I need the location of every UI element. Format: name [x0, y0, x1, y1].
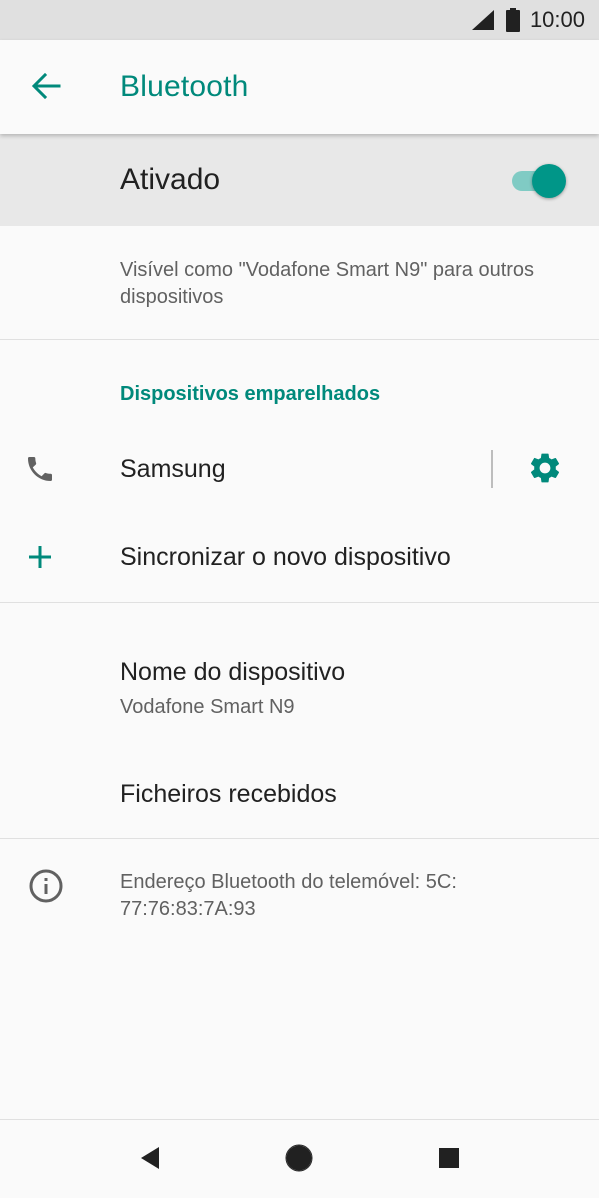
signal-icon — [470, 9, 496, 31]
gear-icon — [527, 450, 563, 491]
device-name-value: Vodafone Smart N9 — [120, 696, 295, 718]
toggle-thumb — [532, 164, 566, 198]
received-files-label: Ficheiros recebidos — [120, 780, 337, 808]
navigation-bar — [0, 1119, 599, 1198]
page-title: Bluetooth — [120, 70, 249, 103]
master-switch-label: Ativado — [120, 163, 221, 196]
device-name-label: Nome do dispositivo — [120, 658, 346, 686]
divider — [0, 339, 599, 340]
home-circle-icon — [285, 1144, 313, 1177]
paired-devices-header: Dispositivos emparelhados — [120, 383, 381, 405]
phone-icon — [20, 449, 60, 489]
app-bar: Bluetooth — [0, 40, 599, 134]
paired-device-samsung[interactable]: Samsung — [0, 430, 599, 508]
device-name-row[interactable]: Nome do dispositivo Vodafone Smart N9 — [0, 640, 599, 730]
status-time: 10:00 — [529, 7, 585, 32]
vertical-divider — [491, 450, 493, 488]
divider — [0, 838, 599, 839]
pair-new-device-label: Sincronizar o novo dispositivo — [120, 543, 451, 571]
visibility-text: Visível como "Vodafone Smart N9" para ou… — [120, 259, 535, 308]
paired-device-name: Samsung — [120, 455, 226, 483]
bluetooth-settings-screen: 10:00 Bluetooth Ativado Visível como "Vo… — [0, 0, 599, 1198]
pair-new-device-row[interactable]: Sincronizar o novo dispositivo — [0, 518, 599, 596]
plus-icon — [20, 537, 60, 577]
battery-icon — [505, 8, 520, 32]
arrow-back-icon — [31, 72, 61, 104]
bluetooth-master-switch-row[interactable]: Ativado — [0, 134, 599, 226]
received-files-row[interactable]: Ficheiros recebidos — [0, 760, 599, 830]
recents-square-icon — [438, 1147, 460, 1174]
nav-back-button[interactable] — [132, 1142, 168, 1178]
nav-recents-button[interactable] — [431, 1142, 467, 1178]
status-bar: 10:00 — [0, 0, 599, 40]
device-settings-button[interactable] — [524, 449, 566, 491]
bluetooth-toggle[interactable] — [508, 162, 568, 198]
info-icon — [26, 866, 66, 906]
back-triangle-icon — [139, 1146, 161, 1175]
back-button[interactable] — [24, 70, 68, 106]
nav-home-button[interactable] — [281, 1142, 317, 1178]
divider — [0, 602, 599, 603]
bluetooth-address-text: Endereço Bluetooth do telemóvel: 5C: 77:… — [120, 871, 457, 920]
